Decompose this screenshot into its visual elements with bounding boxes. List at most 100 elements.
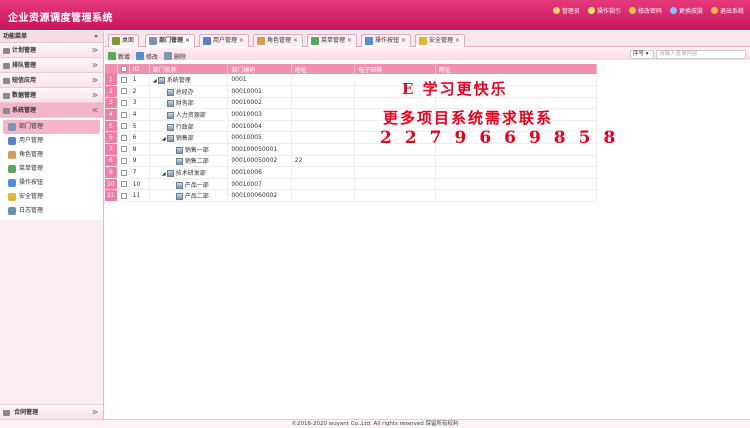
header-link-3[interactable]: 更换皮肤	[669, 6, 703, 15]
header-link-label: 管理员	[561, 8, 580, 15]
sidebar-sub-list: 部门管理 用户管理 角色管理菜单管理操作按钮安全管理日志管理	[0, 118, 103, 220]
email-cell	[354, 155, 436, 168]
tab-1[interactable]: 部门管理 ×	[145, 34, 196, 48]
row-checkbox[interactable]	[120, 157, 127, 164]
column-header[interactable]: 地址	[291, 64, 356, 74]
address-cell	[291, 143, 356, 156]
sidebar-item-5[interactable]: 安全管理	[3, 190, 100, 204]
name-cell: 销售一部	[149, 143, 229, 156]
add-icon	[108, 52, 116, 60]
code-cell: 00010003	[227, 108, 292, 121]
table-row[interactable]: 10 10 产品一部 00010007	[105, 178, 598, 191]
close-icon[interactable]: ×	[401, 37, 406, 44]
close-icon[interactable]: ×	[293, 37, 298, 44]
tab-label: 角色管理	[267, 37, 292, 44]
row-checkbox[interactable]	[120, 146, 127, 153]
sidebar-item-6[interactable]: 日志管理	[3, 204, 100, 218]
sidebar-group-contract[interactable]: 合同管理 ≫	[0, 404, 103, 419]
email-cell	[354, 166, 436, 179]
header-link-4[interactable]: 退出系统	[710, 6, 744, 15]
row-checkbox[interactable]	[120, 76, 127, 83]
tab-3[interactable]: 角色管理 ×	[253, 34, 304, 47]
row-checkbox-cell	[117, 108, 130, 121]
row-checkbox-cell	[117, 97, 130, 110]
table-row[interactable]: 9 7 ◢ 技术研发部 00010006	[105, 166, 598, 179]
row-number-header	[105, 64, 118, 74]
sidebar-item-2[interactable]: 角色管理	[3, 148, 100, 162]
table-header-row: ID 部门名称 部门编码 地址 电子邮箱 网址	[105, 64, 598, 74]
close-icon[interactable]: ×	[347, 37, 352, 44]
folder-icon	[3, 77, 10, 84]
close-icon[interactable]: ×	[239, 37, 244, 44]
search-field-select[interactable]: 序号 ▾	[630, 50, 654, 59]
name-cell: 行政部	[149, 120, 229, 133]
sidebar-group-1[interactable]: 排队管理 ≫	[0, 58, 103, 73]
top-links: 管理员 操作指引 修改密码 更换皮肤 退出系统	[552, 6, 744, 15]
header-link-0[interactable]: 管理员	[552, 6, 580, 15]
tab-6[interactable]: 安全管理 ×	[415, 34, 466, 47]
department-icon	[175, 146, 183, 154]
tab-4[interactable]: 菜单管理 ×	[307, 34, 358, 47]
column-header[interactable]: 部门编码	[227, 64, 292, 74]
tab-0[interactable]: 桌面	[108, 34, 140, 47]
chevron-icon: ≫	[91, 77, 98, 84]
column-header[interactable]: 电子邮箱	[354, 64, 436, 74]
tab-icon	[257, 37, 265, 45]
tab-2[interactable]: 用户管理 ×	[199, 34, 250, 47]
row-checkbox[interactable]	[120, 134, 127, 141]
sidebar-item-1[interactable]: 用户管理	[3, 134, 100, 148]
select-all-checkbox[interactable]	[120, 66, 127, 72]
sidebar-item-0[interactable]: 部门管理	[3, 120, 100, 134]
header-link-2[interactable]: 修改密码	[628, 6, 662, 15]
column-header[interactable]: ID	[129, 64, 150, 74]
row-number: 10	[105, 178, 118, 191]
table-row[interactable]: 11 11 产品二部 000100060002	[105, 189, 598, 203]
column-header[interactable]: 部门名称	[149, 64, 229, 74]
id-cell: 8	[129, 143, 150, 156]
delete-button[interactable]: 删除	[164, 50, 186, 62]
menu-item-icon	[8, 165, 16, 173]
department-name: 系统管理	[166, 77, 191, 85]
sidebar-item-4[interactable]: 操作按钮	[3, 176, 100, 190]
close-icon[interactable]: ×	[455, 37, 460, 44]
column-header[interactable]: 网址	[435, 64, 598, 74]
table-row[interactable]: 1 1 ◢ 系统管理 0001	[105, 74, 598, 87]
department-name: 产品二部	[184, 193, 209, 201]
code-cell: 00010007	[227, 178, 292, 191]
name-cell: ◢ 技术研发部	[149, 166, 229, 179]
department-name: 技术研发部	[175, 170, 206, 178]
row-checkbox[interactable]	[120, 88, 127, 95]
sidebar-item-label: 菜单管理	[19, 165, 44, 172]
row-checkbox-cell	[117, 85, 130, 98]
address-cell	[291, 131, 356, 145]
sidebar-group-2[interactable]: 短信应用 ≫	[0, 73, 103, 88]
name-cell: ◢ 系统管理	[149, 74, 229, 87]
row-checkbox[interactable]	[120, 192, 127, 199]
row-checkbox[interactable]	[120, 181, 127, 188]
header-link-1[interactable]: 操作指引	[587, 6, 621, 15]
close-icon[interactable]: ×	[185, 37, 190, 44]
table-row[interactable]: 8 9 销售二部 000100050002 22	[105, 155, 598, 168]
edit-button[interactable]: 修改	[136, 50, 158, 62]
promo-text-2: 更多项目系统需求联系	[383, 109, 554, 127]
menu-item-icon	[8, 123, 16, 131]
sidebar-item-3[interactable]: 菜单管理	[3, 162, 100, 176]
row-checkbox[interactable]	[120, 169, 127, 176]
sidebar-group-3[interactable]: 数据管理 ≫	[0, 88, 103, 103]
table-row[interactable]: 2 2 总经办 00010001	[105, 85, 598, 98]
sidebar-group-0[interactable]: 计划管理 ≫	[0, 43, 103, 58]
sidebar-group-4[interactable]: 系统管理 ≪	[0, 103, 103, 118]
tab-5[interactable]: 操作按钮 ×	[361, 34, 412, 47]
chevron-icon: ≫	[91, 92, 98, 99]
row-checkbox[interactable]	[120, 123, 127, 130]
department-name: 销售部	[175, 135, 194, 143]
sidebar-item-label: 操作按钮	[19, 179, 44, 186]
row-checkbox[interactable]	[120, 99, 127, 106]
add-button[interactable]: 新增	[108, 50, 130, 62]
collapse-icon[interactable]: «	[94, 31, 98, 43]
row-checkbox[interactable]	[120, 111, 127, 118]
name-cell: 人力资源部	[149, 108, 229, 121]
sidebar-item-label: 日志管理	[19, 207, 44, 214]
search-input[interactable]: 请输入查询内容	[656, 50, 746, 59]
website-cell	[435, 166, 598, 179]
